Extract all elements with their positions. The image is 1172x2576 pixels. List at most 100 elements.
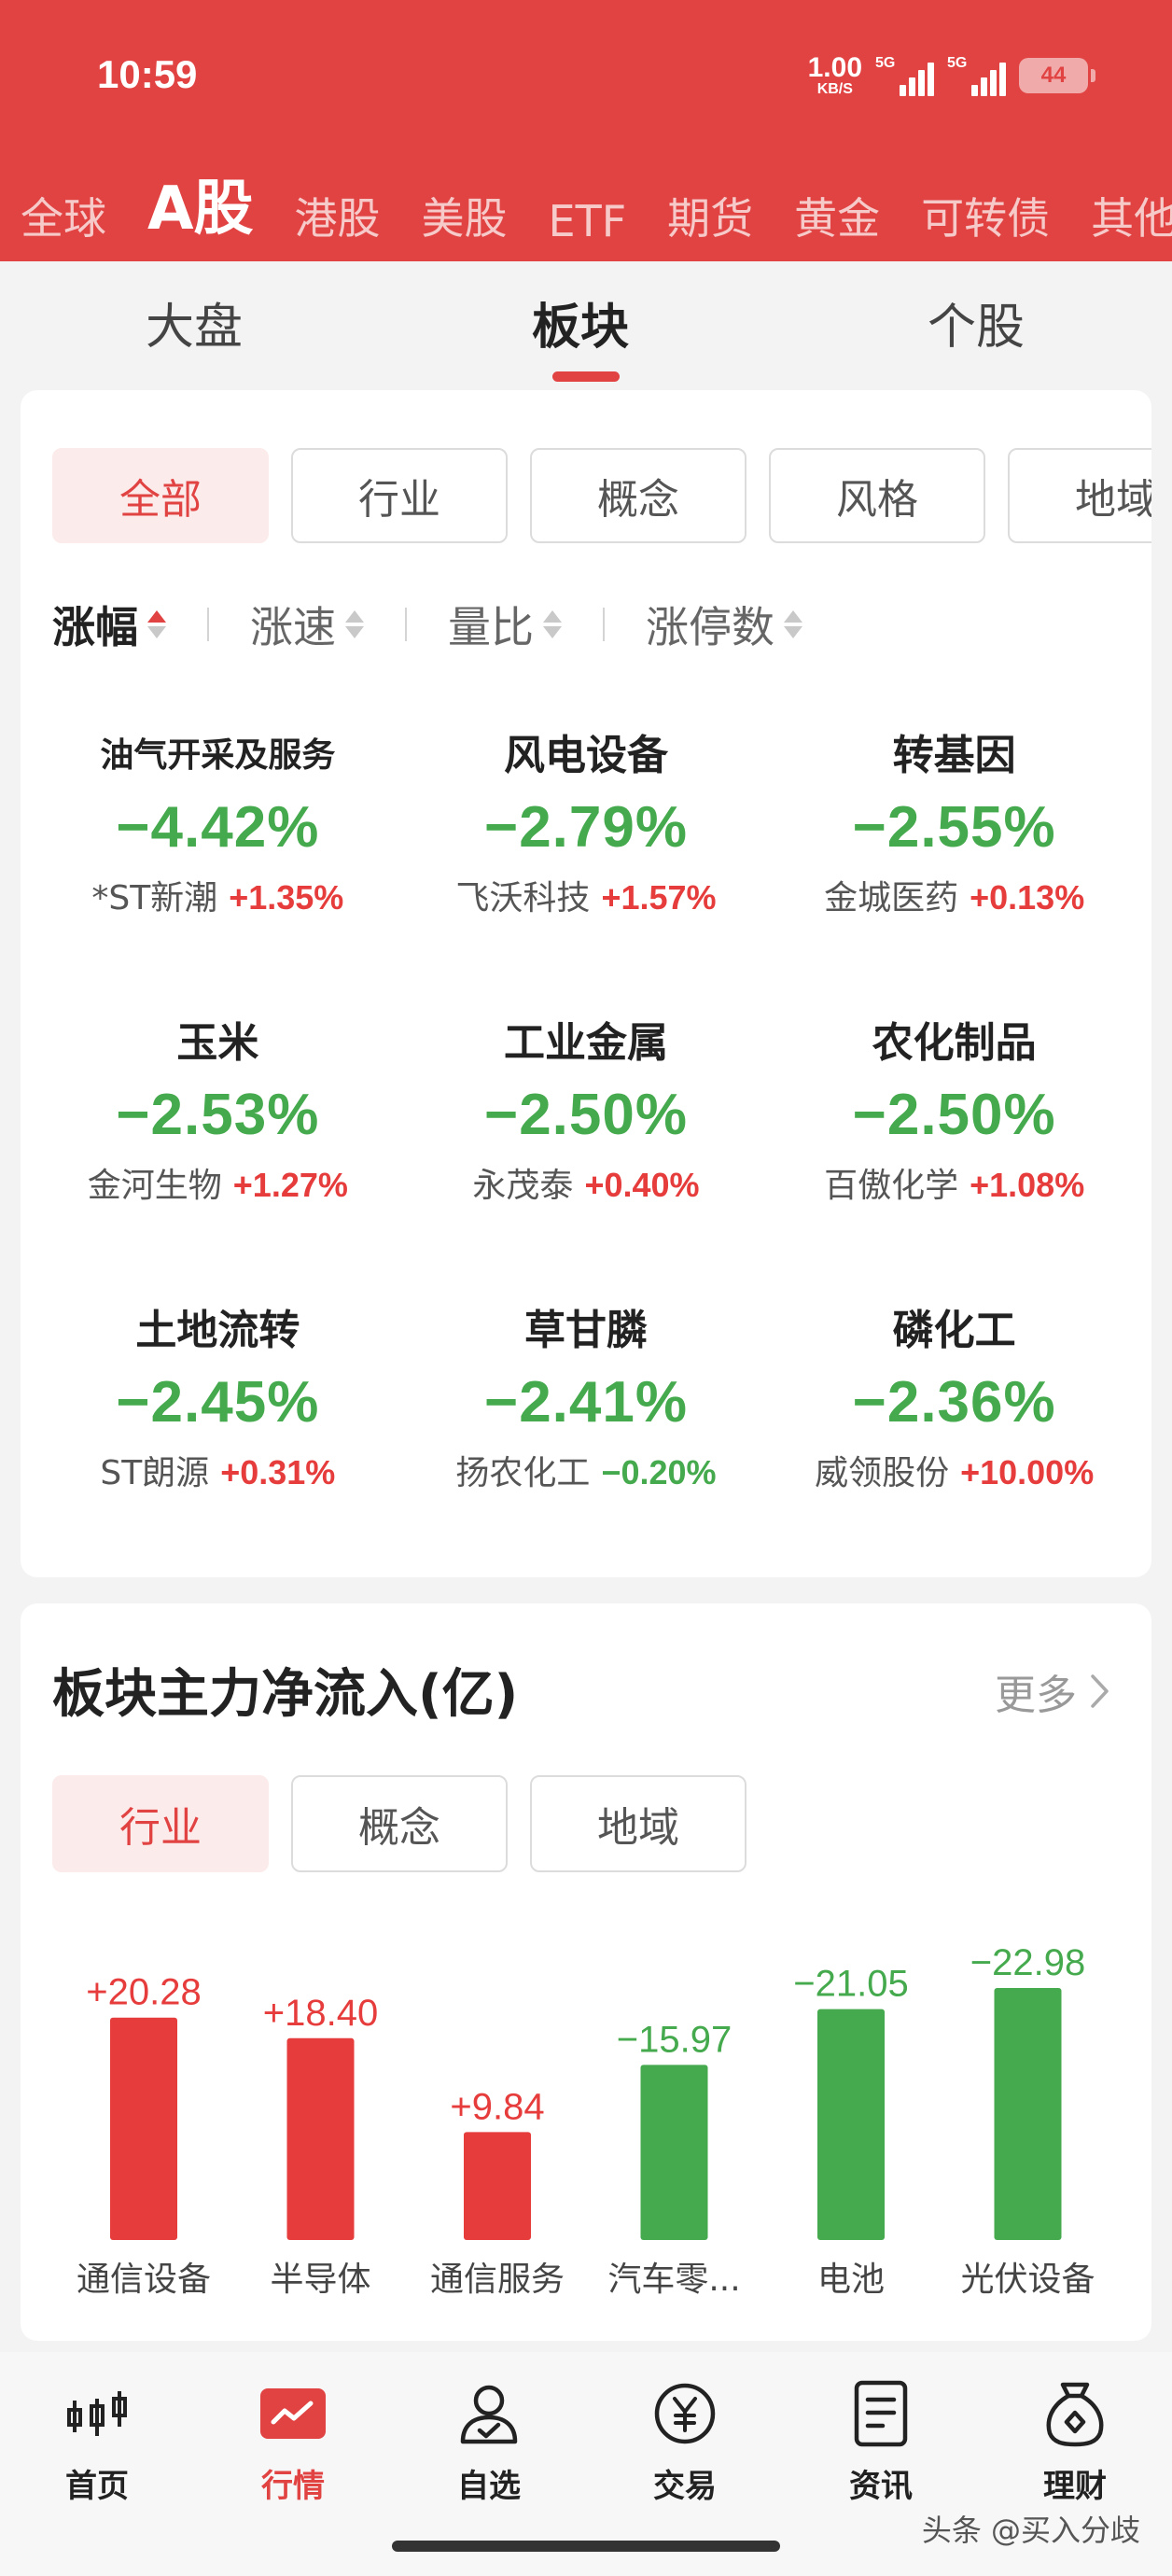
sort-arrows-icon [147, 610, 166, 638]
sector-cell[interactable]: 草甘膦 −2.41% 扬农化工 −0.20% [402, 1301, 771, 1589]
category-label: 电池 [817, 2261, 885, 2299]
category-label: 半导体 [270, 2261, 370, 2299]
sector-cell[interactable]: 风电设备 −2.79% 飞沃科技 +1.57% [402, 726, 771, 1014]
sort-volume-ratio[interactable]: 量比 [448, 594, 562, 655]
market-tab[interactable]: 其他 [1091, 185, 1172, 246]
nav-home[interactable]: 首页 [22, 2376, 172, 2506]
market-tab[interactable]: 可转债 [921, 185, 1050, 246]
leader-change: +1.08% [970, 1166, 1085, 1204]
sector-change: −2.53% [116, 1083, 320, 1147]
sector-cell[interactable]: 油气开采及服务 −4.42% *ST新潮 +1.35% [34, 726, 402, 1014]
nav-wealth[interactable]: 理财 [1000, 2376, 1150, 2506]
sector-name: 工业金属 [503, 1019, 668, 1067]
market-tabs: 全球 A股 港股 美股 ETF 期货 黄金 可转债 其他 [21, 161, 1172, 246]
chart-bar[interactable] [286, 2037, 355, 2240]
sector-name: 玉米 [176, 1019, 259, 1067]
market-tab[interactable]: 美股 [422, 185, 508, 246]
sub-tabs: 大盘 板块 个股 [0, 261, 1172, 390]
leader-name: ST朗源 [100, 1454, 210, 1492]
sector-name: 油气开采及服务 [100, 736, 336, 775]
bar-value-label: +9.84 [450, 2086, 544, 2127]
market-tab[interactable]: A股 [147, 161, 254, 246]
market-tab[interactable]: 港股 [295, 185, 381, 246]
yen-coin-icon [648, 2376, 722, 2451]
sector-leader: 金城医药 +0.13% [824, 870, 1084, 926]
bar-value-label: +18.40 [263, 1993, 378, 2034]
divider [207, 608, 209, 641]
chip-style[interactable]: 风格 [769, 448, 985, 543]
sector-leader: 威领股份 +10.00% [815, 1445, 1094, 1501]
sector-name: 磷化工 [892, 1307, 1016, 1354]
sector-name: 农化制品 [872, 1019, 1037, 1067]
sector-cell[interactable]: 工业金属 −2.50% 永茂泰 +0.40% [402, 1014, 771, 1301]
bar-value-label: −21.05 [793, 1964, 908, 2005]
category-label: 光伏设备 [960, 2261, 1095, 2299]
home-indicator[interactable] [392, 2541, 780, 2552]
sector-change: −4.42% [116, 795, 320, 860]
signal-icon-2: 5G [947, 55, 1006, 96]
leader-change: −0.20% [601, 1453, 717, 1491]
sector-change: −2.79% [483, 795, 688, 860]
nav-news-label: 资讯 [849, 2468, 913, 2505]
leader-change: +0.40% [584, 1166, 700, 1204]
filter-chips: 全部 行业 概念 风格 地域 [52, 448, 1151, 545]
nav-market[interactable]: 行情 [218, 2376, 368, 2506]
tab-overview[interactable]: 大盘 [146, 287, 243, 357]
tab-stocks[interactable]: 个股 [928, 287, 1025, 357]
nav-market-label: 行情 [261, 2468, 325, 2505]
nav-trade[interactable]: 交易 [610, 2376, 760, 2506]
active-tab-indicator [552, 371, 620, 382]
sector-cell[interactable]: 玉米 −2.53% 金河生物 +1.27% [34, 1014, 402, 1301]
market-tab[interactable]: 黄金 [794, 185, 880, 246]
leader-name: 金城医药 [824, 879, 959, 917]
sector-leader: 飞沃科技 +1.57% [455, 870, 716, 926]
sector-name: 风电设备 [503, 732, 668, 779]
sort-change-label: 涨幅 [52, 602, 138, 652]
leader-name: 扬农化工 [455, 1454, 591, 1492]
net-speed-unit: KB/S [816, 81, 853, 97]
sector-ranking-card: 全部 行业 概念 风格 地域 涨幅 涨速 量比 涨停数 油气开采及服务 −4.42% *ST… [21, 390, 1151, 1577]
net-inflow-card: 板块主力净流入(亿) 更多 行业 概念 地域 +20.28 通信设备 +18.40 半导体… [21, 1603, 1151, 2341]
sector-name: 转基因 [892, 732, 1016, 779]
sort-limit-up-label: 涨停数 [646, 602, 774, 652]
category-label: 通信服务 [430, 2261, 565, 2299]
market-tab[interactable]: 全球 [21, 185, 106, 246]
chart-bar[interactable] [817, 2009, 885, 2240]
chart-bar[interactable] [640, 2065, 708, 2240]
nav-trade-label: 交易 [653, 2468, 717, 2505]
nav-watchlist[interactable]: 自选 [414, 2376, 564, 2506]
bar-value-label: −15.97 [617, 2019, 732, 2060]
leader-change: +1.57% [601, 878, 717, 917]
signal-icon: 5G [875, 55, 934, 96]
chip-region[interactable]: 地域 [1008, 448, 1151, 543]
sort-arrows-icon [345, 610, 364, 638]
sector-cell[interactable]: 土地流转 −2.45% ST朗源 +0.31% [34, 1301, 402, 1589]
chip-industry[interactable]: 行业 [291, 448, 508, 543]
sector-cell[interactable]: 农化制品 −2.50% 百傲化学 +1.08% [770, 1014, 1138, 1301]
sector-leader: *ST新潮 +1.35% [91, 870, 343, 926]
chip-concept[interactable]: 概念 [530, 448, 746, 543]
market-tab[interactable]: ETF [549, 196, 627, 246]
net-inflow-bar-chart: +20.28 通信设备 +18.40 半导体 +9.84 通信服务 −15.97 汽车零...… [77, 1942, 1095, 2299]
sort-limit-up-count[interactable]: 涨停数 [646, 594, 802, 655]
net-speed-value: 1.00 [807, 52, 862, 83]
chart-bar[interactable] [994, 1988, 1062, 2240]
tab-sectors[interactable]: 板块 [532, 287, 629, 357]
leader-name: 金河生物 [87, 1167, 222, 1205]
sort-change[interactable]: 涨幅 [52, 594, 166, 655]
nav-news[interactable]: 资讯 [806, 2376, 956, 2506]
watermark: 头条 @买入分歧 [921, 2513, 1140, 2548]
sort-bar: 涨幅 涨速 量比 涨停数 [52, 592, 802, 657]
sector-cell[interactable]: 转基因 −2.55% 金城医药 +0.13% [770, 726, 1138, 1014]
sector-cell[interactable]: 磷化工 −2.36% 威领股份 +10.00% [770, 1301, 1138, 1589]
chip-all[interactable]: 全部 [52, 448, 269, 543]
chart-bar[interactable] [110, 2017, 177, 2240]
market-tab[interactable]: 期货 [667, 185, 753, 246]
status-time: 10:59 [97, 52, 198, 96]
sector-leader: 百傲化学 +1.08% [824, 1157, 1084, 1213]
sort-speed[interactable]: 涨速 [250, 594, 364, 655]
sector-leader: 永茂泰 +0.40% [472, 1157, 699, 1213]
leader-change: +1.27% [232, 1166, 348, 1204]
sort-speed-label: 涨速 [250, 602, 336, 652]
chart-bar[interactable] [464, 2132, 531, 2240]
